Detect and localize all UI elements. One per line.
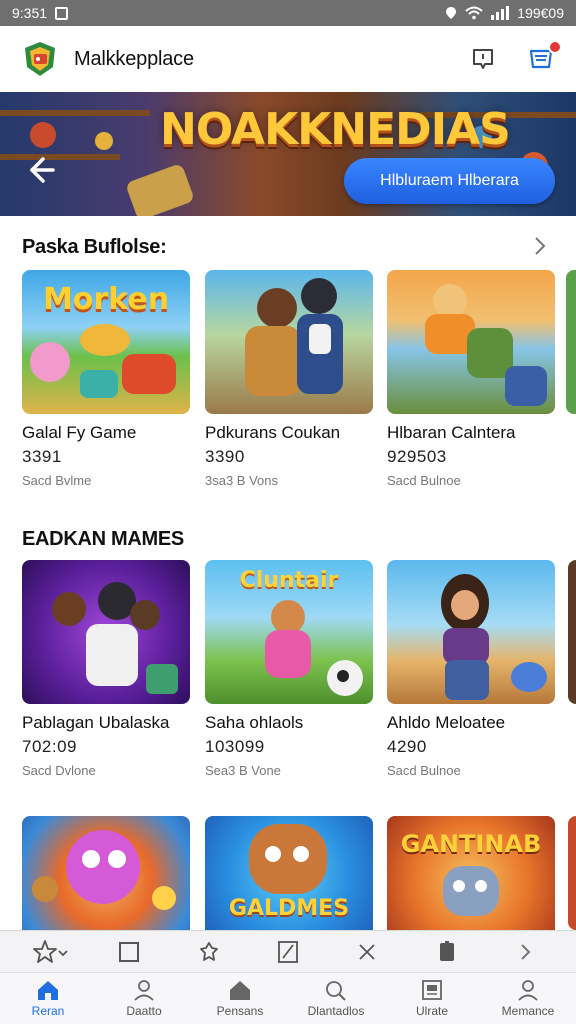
game-count: 3390 xyxy=(205,447,245,466)
nav-label: Ulrate xyxy=(415,1004,448,1018)
game-card[interactable]: Ahldo Meloatee 4290 Sacd Bulnoe xyxy=(387,560,555,778)
section-1-see-more-button[interactable] xyxy=(528,234,552,258)
game-card[interactable] xyxy=(22,816,190,930)
game-card[interactable]: Cluntair Saha ohlaols 103099 Sea3 B Vone xyxy=(205,560,373,778)
status-bar: 9:351 199€09 xyxy=(0,0,576,26)
app-title: Malkkepplace xyxy=(74,47,194,70)
game-count: 3391 xyxy=(22,447,62,466)
chevron-right-icon xyxy=(521,943,531,960)
app-logo xyxy=(20,39,60,79)
banner-title: NOAKKNEDIAS xyxy=(160,104,511,155)
game-name: Pdkurans Coukan xyxy=(205,423,341,442)
section-title-1: Paska Buflolse: xyxy=(22,236,167,258)
game-card-partial[interactable] xyxy=(566,270,576,414)
app-header: Malkkepplace xyxy=(0,26,576,92)
game-thumbnail xyxy=(22,816,190,930)
account-icon xyxy=(518,980,538,1001)
game-subtitle: 3sa3 B Vons xyxy=(205,473,278,488)
chat-button[interactable] xyxy=(468,44,498,74)
screenshot-notification-icon xyxy=(55,6,69,20)
nav-item-home[interactable]: Reran xyxy=(0,973,96,1024)
chat-icon xyxy=(473,49,493,69)
game-subtitle: Sacd Dvlone xyxy=(22,763,96,778)
chevron-right-icon xyxy=(535,237,546,255)
game-name: Ahldo Meloatee xyxy=(387,713,506,732)
battery-text: 199€09 xyxy=(517,5,564,21)
game-card[interactable]: Pdkurans Coukan 3390 3sa3 B Vons xyxy=(205,270,373,488)
grid-icon xyxy=(422,980,442,1000)
back-button[interactable] xyxy=(20,150,60,190)
nav-item-house[interactable]: Pensans xyxy=(192,973,288,1024)
game-name: Hlbaran Calntera xyxy=(387,423,516,442)
nav-item-search[interactable]: Dlantadlos xyxy=(288,973,384,1024)
signal-icon xyxy=(491,6,510,20)
close-icon xyxy=(359,943,376,960)
nav-item-profile[interactable]: Daatto xyxy=(96,973,192,1024)
tabs-button[interactable] xyxy=(111,934,147,970)
game-thumbnail: Cluntair xyxy=(205,560,373,704)
nav-label: Pensans xyxy=(216,1004,264,1018)
section-3-row: GALDMES GANTINAB xyxy=(22,816,576,930)
game-name: Pablagan Ubalaska xyxy=(22,713,170,732)
edit-icon xyxy=(278,940,298,963)
search-icon xyxy=(326,981,346,1001)
nav-label: Daatto xyxy=(126,1004,162,1018)
bookmark-button[interactable] xyxy=(429,934,465,970)
game-thumbnail xyxy=(387,270,555,414)
section-2-row: Pablagan Ubalaska 702:09 Sacd Dvlone Clu… xyxy=(22,560,576,780)
pin-icon xyxy=(199,941,218,961)
banner-cta-button[interactable]: Hlbluraem Hlberara xyxy=(344,158,555,204)
cart-button[interactable] xyxy=(526,40,562,74)
game-card-partial[interactable] xyxy=(568,560,576,704)
game-card-partial[interactable] xyxy=(568,816,576,930)
cart-badge xyxy=(548,40,562,54)
nav-label: Reran xyxy=(31,1004,65,1018)
game-count: 103099 xyxy=(205,737,265,756)
game-thumbnail xyxy=(22,560,190,704)
hero-banner[interactable]: NOAKKNEDIAS Hlbluraem Hlberara xyxy=(0,92,576,216)
game-card[interactable]: GALDMES xyxy=(205,816,373,930)
game-subtitle: Sea3 B Vone xyxy=(205,763,281,778)
nav-item-account[interactable]: Memance xyxy=(480,973,576,1024)
game-count: 702:09 xyxy=(22,737,77,756)
edit-button[interactable] xyxy=(270,934,306,970)
game-subtitle: Sacd Bulnoe xyxy=(387,763,461,778)
favorites-button[interactable] xyxy=(32,934,68,970)
game-thumbnail: GANTINAB xyxy=(387,816,555,930)
home-icon xyxy=(38,981,58,1000)
pin-button[interactable] xyxy=(191,934,227,970)
star-icon xyxy=(32,939,68,963)
section-1-row: Morken Galal Fy Game 3391 Sacd Bvlme Pdk… xyxy=(22,270,576,490)
section-title-2: EADKAN MAMES xyxy=(22,528,184,550)
house-icon xyxy=(230,981,250,1000)
game-card[interactable]: Morken Galal Fy Game 3391 Sacd Bvlme xyxy=(22,270,190,488)
nav-label: Memance xyxy=(501,1004,555,1018)
game-thumbnail xyxy=(387,560,555,704)
game-thumbnail: GALDMES xyxy=(205,816,373,930)
bottom-navigation: Reran Daatto Pensans Dlantadlos Ulrate M… xyxy=(0,972,576,1024)
game-name: Galal Fy Game xyxy=(22,423,137,442)
nav-item-grid[interactable]: Ulrate xyxy=(384,973,480,1024)
game-subtitle: Sacd Bulnoe xyxy=(387,473,461,488)
toolbar-next-button[interactable] xyxy=(508,934,544,970)
quick-toolbar xyxy=(0,930,576,972)
location-icon xyxy=(446,7,457,19)
status-time: 9:351 xyxy=(12,5,48,21)
wifi-icon xyxy=(465,6,483,20)
game-thumbnail: Morken xyxy=(22,270,190,414)
game-name: Saha ohlaols xyxy=(205,713,304,732)
game-card[interactable]: Hlbaran Calntera 929503 Sacd Bulnoe xyxy=(387,270,555,488)
game-thumbnail xyxy=(205,270,373,414)
close-button[interactable] xyxy=(349,934,385,970)
game-count: 4290 xyxy=(387,737,427,756)
bookmark-icon xyxy=(439,940,454,961)
game-card[interactable]: GANTINAB xyxy=(387,816,555,930)
game-card[interactable]: Pablagan Ubalaska 702:09 Sacd Dvlone xyxy=(22,560,190,778)
game-count: 929503 xyxy=(387,447,447,466)
game-subtitle: Sacd Bvlme xyxy=(22,473,92,488)
nav-label: Dlantadlos xyxy=(307,1004,365,1018)
profile-icon xyxy=(134,980,154,1001)
square-icon xyxy=(119,941,140,962)
back-arrow-icon xyxy=(30,157,55,183)
